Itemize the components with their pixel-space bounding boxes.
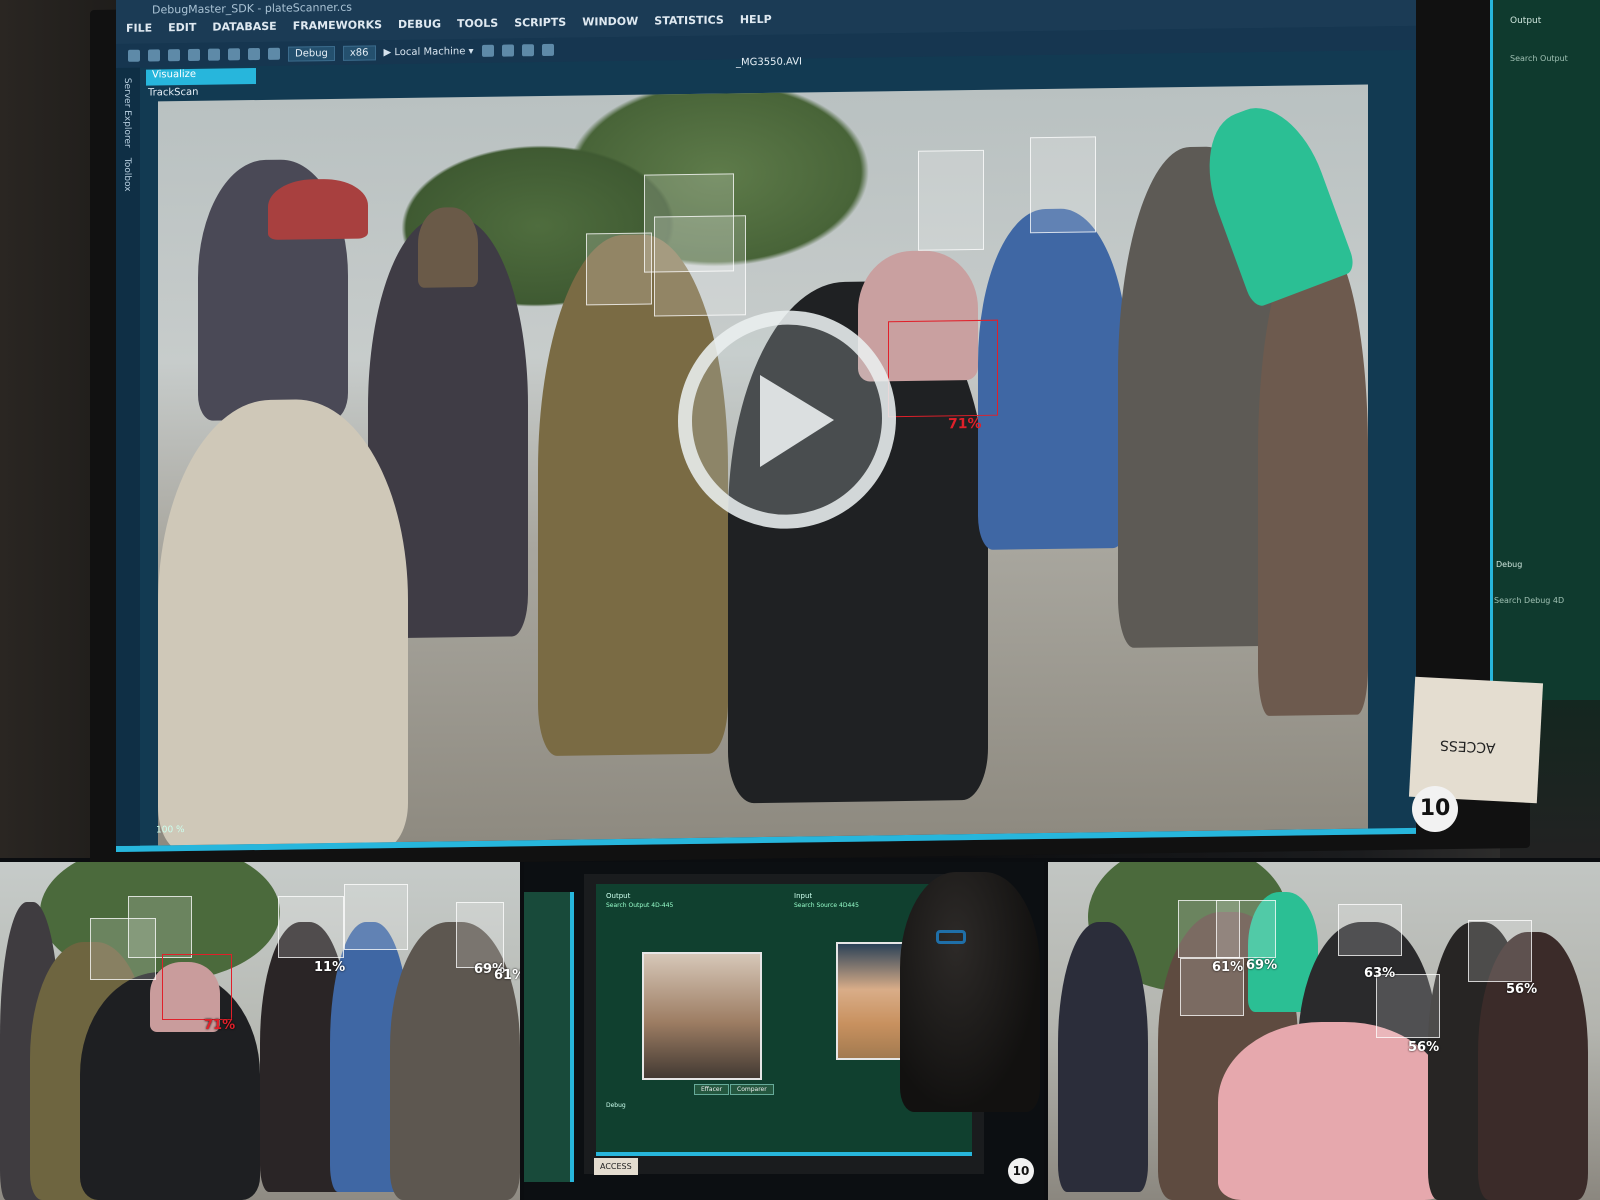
suspect-face-image[interactable] <box>642 952 762 1080</box>
side-monitor <box>524 892 574 1182</box>
platform-select[interactable]: x86 <box>342 44 376 61</box>
match-percentage: 69% <box>1246 958 1278 973</box>
debug-subtitle: Search Debug 4D <box>1494 596 1565 605</box>
person <box>978 207 1128 550</box>
face-box[interactable] <box>456 902 504 968</box>
match-percentage: 63% <box>1364 966 1396 981</box>
menu-database[interactable]: DATABASE <box>212 20 276 34</box>
panel-middle-frame: Output Search Output 4D-445 Input Search… <box>524 862 1044 1200</box>
output-subtitle: Search Output <box>1510 54 1568 63</box>
match-percentage: 56% <box>1506 982 1538 997</box>
sticker-text: ACCESS <box>1439 736 1496 756</box>
person <box>1058 922 1148 1192</box>
save-icon[interactable] <box>208 48 220 61</box>
person-head <box>418 206 478 288</box>
person-foreground <box>158 397 408 848</box>
video-frame[interactable]: 71% <box>158 84 1368 848</box>
tab-server-explorer[interactable]: Server Explorer <box>122 78 132 148</box>
glasses <box>936 930 966 944</box>
menu-tools[interactable]: TOOLS <box>457 17 498 31</box>
face-box[interactable] <box>586 232 652 306</box>
screenshot-composite: DebugMaster_SDK - plateScanner.cs FILE E… <box>0 0 1600 1200</box>
side-tab-strip: Server Explorer Toolbox <box>116 67 140 852</box>
match-percentage: 11% <box>314 960 346 975</box>
zoom-level[interactable]: 100 % <box>156 825 185 835</box>
window-title: DebugMaster_SDK - plateScanner.cs <box>152 0 352 17</box>
ide-screen: DebugMaster_SDK - plateScanner.cs FILE E… <box>116 0 1416 852</box>
tab-toolbox[interactable]: Toolbox <box>122 158 132 192</box>
output-title: Output <box>1510 16 1542 26</box>
menu-frameworks[interactable]: FRAMEWORKS <box>293 18 382 32</box>
tab-visualize[interactable]: Visualize <box>146 68 256 86</box>
file-tab[interactable]: _MG3550.AVI <box>736 56 802 68</box>
clear-button[interactable]: Effacer <box>694 1084 730 1095</box>
menu-edit[interactable]: EDIT <box>168 21 196 34</box>
face-box[interactable] <box>918 149 984 251</box>
menu-help[interactable]: HELP <box>740 13 772 26</box>
redo-icon[interactable] <box>268 47 280 60</box>
face-box[interactable] <box>654 215 746 317</box>
tool-icon[interactable] <box>521 44 534 57</box>
input-header: Input <box>794 892 813 900</box>
back-icon[interactable] <box>128 49 140 62</box>
match-percentage: 71% <box>948 415 982 433</box>
menu-scripts[interactable]: SCRIPTS <box>514 16 566 30</box>
undo-icon[interactable] <box>248 47 260 61</box>
input-subheader: Search Source 4D445 <box>794 902 859 909</box>
face-box[interactable] <box>128 896 192 958</box>
match-percentage: 56% <box>1408 1040 1440 1055</box>
channel-logo: 10 <box>1412 786 1458 832</box>
bookmark-icon[interactable] <box>541 43 554 57</box>
menu-statistics[interactable]: STATISTICS <box>654 14 724 28</box>
person <box>1258 234 1368 717</box>
face-box[interactable] <box>1338 904 1402 956</box>
config-select[interactable]: Debug <box>288 45 335 62</box>
debug-title: Debug <box>1496 560 1523 569</box>
face-box[interactable] <box>278 896 344 958</box>
tool-icon[interactable] <box>501 44 514 57</box>
menu-debug[interactable]: DEBUG <box>398 17 441 31</box>
operator-head <box>900 872 1040 1112</box>
run-button[interactable]: ▶ Local Machine ▾ <box>384 46 474 58</box>
menu-file[interactable]: FILE <box>126 21 152 34</box>
panel-left-frame: 11% 69% 61% 71% <box>0 862 520 1200</box>
open-icon[interactable] <box>188 48 200 61</box>
panel-title: TrackScan <box>148 86 199 99</box>
face-box-match[interactable] <box>888 319 998 418</box>
new-file-icon[interactable] <box>168 49 180 62</box>
output-header: Output <box>606 892 631 900</box>
face-box[interactable] <box>1216 900 1276 958</box>
save-all-icon[interactable] <box>228 48 240 61</box>
menu-window[interactable]: WINDOW <box>582 15 638 29</box>
face-box[interactable] <box>344 884 408 950</box>
output-panel <box>1490 0 1600 700</box>
play-icon <box>760 373 834 468</box>
bedroll <box>268 178 368 240</box>
access-sticker: ACCESS <box>594 1158 638 1175</box>
panel-right-frame: 61% 69% 63% 56% 56% <box>1048 862 1600 1200</box>
match-percentage: 61% <box>494 968 520 983</box>
match-percentage: 61% <box>1212 960 1244 975</box>
compare-button[interactable]: Comparer <box>730 1084 774 1095</box>
forward-icon[interactable] <box>148 49 160 62</box>
face-box[interactable] <box>1376 974 1440 1038</box>
output-subheader: Search Output 4D-445 <box>606 902 674 909</box>
menu-list: FILE EDIT DATABASE FRAMEWORKS DEBUG TOOL… <box>126 13 772 35</box>
tool-icon[interactable] <box>481 44 494 57</box>
match-percentage: 71% <box>204 1018 236 1033</box>
channel-logo: 10 <box>1008 1158 1034 1184</box>
face-box[interactable] <box>1468 920 1532 982</box>
debug-output-label: Debug <box>606 1102 626 1109</box>
face-box-match[interactable] <box>162 954 232 1020</box>
face-box[interactable] <box>1030 136 1096 234</box>
